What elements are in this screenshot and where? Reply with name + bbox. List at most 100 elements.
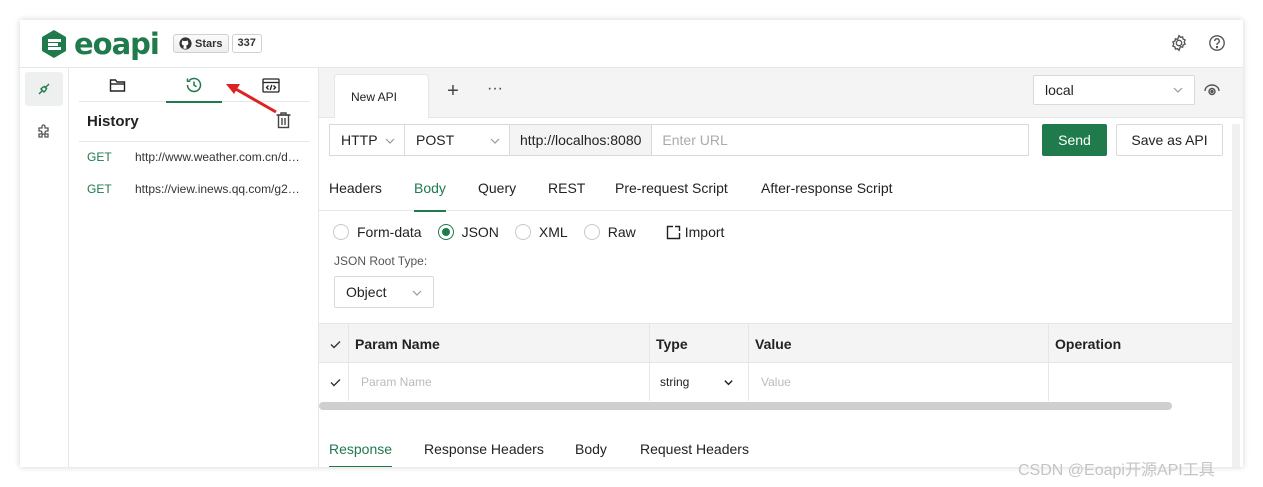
- document-tab-bar: New API + ··· local: [319, 68, 1243, 118]
- chevron-down-icon: [490, 138, 500, 144]
- chevron-down-icon: [412, 290, 422, 296]
- method-value: POST: [416, 132, 455, 148]
- param-name-input[interactable]: Param Name: [348, 363, 649, 401]
- annotation-arrow-icon: [226, 84, 277, 114]
- environment-value: local: [1045, 82, 1074, 98]
- logo-icon: [42, 30, 66, 58]
- history-item[interactable]: GET http://www.weather.com.cn/data/sk/10…: [87, 148, 303, 166]
- import-icon: [666, 225, 680, 239]
- method-select[interactable]: POST: [405, 124, 510, 156]
- tab-response-body[interactable]: Body: [575, 431, 607, 467]
- table-header: Param Name Type Value Operation: [319, 324, 1233, 363]
- tab-response[interactable]: Response: [329, 431, 393, 467]
- environment-select[interactable]: local: [1033, 75, 1195, 105]
- radio-circle[interactable]: [437, 224, 454, 240]
- select-all-checkbox[interactable]: [327, 336, 343, 352]
- github-icon: [179, 37, 192, 50]
- column-param-name: Param Name: [348, 324, 649, 363]
- tab-request-headers[interactable]: Request Headers: [640, 431, 749, 467]
- chevron-down-icon: [1173, 87, 1183, 93]
- left-rail: [20, 68, 69, 467]
- column-value: Value: [748, 324, 1048, 363]
- radio-xml[interactable]: XML: [514, 224, 568, 240]
- top-bar: eoapi Stars 337: [20, 20, 1243, 68]
- protocol-value: HTTP: [341, 132, 378, 148]
- tab-pre-request-script[interactable]: Pre-request Script: [615, 164, 728, 211]
- check-icon: [330, 378, 340, 386]
- tab-response-headers[interactable]: Response Headers: [424, 431, 544, 467]
- tab-new-api[interactable]: New API: [334, 74, 429, 118]
- save-as-api-button[interactable]: Save as API: [1116, 124, 1223, 156]
- tab-headers[interactable]: Headers: [329, 164, 382, 211]
- request-tabs: Headers Body Query REST Pre-request Scri…: [319, 164, 1233, 212]
- folder-icon: [109, 78, 126, 92]
- radio-circle[interactable]: [583, 224, 600, 240]
- type-select[interactable]: string: [649, 363, 748, 401]
- github-stars-button[interactable]: Stars: [173, 34, 229, 53]
- json-root-type-label: JSON Root Type:: [334, 254, 428, 268]
- gear-icon[interactable]: [1169, 33, 1189, 53]
- history-method: GET: [87, 150, 112, 164]
- column-operation: Operation: [1048, 324, 1233, 363]
- radio-circle[interactable]: [333, 224, 349, 240]
- import-button[interactable]: Import: [666, 224, 725, 240]
- trash-icon[interactable]: [275, 111, 292, 134]
- root-type-value: Object: [346, 284, 387, 300]
- help-icon[interactable]: [1207, 33, 1227, 53]
- stars-count[interactable]: 337: [231, 34, 262, 53]
- column-type: Type: [649, 324, 748, 363]
- history-item[interactable]: GET https://view.inews.qq.com/g2/getOnsI…: [87, 180, 303, 198]
- radio-label: Raw: [607, 224, 636, 240]
- tab-after-response-script[interactable]: After-response Script: [761, 164, 893, 211]
- main-area: New API + ··· local HTTP POST http://loc…: [319, 68, 1243, 467]
- history-title: History: [87, 113, 139, 130]
- tab-api-list[interactable]: [79, 68, 156, 102]
- radio-form-data[interactable]: Form-data: [333, 224, 422, 240]
- github-stars[interactable]: Stars 337: [173, 34, 262, 53]
- request-url-bar: HTTP POST http://localhos:8080: [329, 124, 1030, 156]
- check-icon: [330, 340, 340, 348]
- tab-body[interactable]: Body: [414, 164, 446, 212]
- url-input[interactable]: [652, 124, 1030, 156]
- api-icon: [38, 83, 50, 95]
- rail-item-api[interactable]: [25, 72, 63, 106]
- json-root-type-select[interactable]: Object: [334, 276, 434, 308]
- stars-label: Stars: [195, 37, 223, 50]
- send-button[interactable]: Send: [1042, 124, 1107, 156]
- history-panel: History GET http://www.weather.com.cn/da…: [69, 68, 319, 467]
- params-table: Param Name Type Value Operation Param Na…: [319, 323, 1233, 412]
- add-tab-button[interactable]: +: [443, 80, 463, 103]
- chevron-down-icon: [724, 380, 733, 386]
- import-label: Import: [684, 224, 725, 240]
- radio-circle[interactable]: [514, 224, 531, 240]
- history-method: GET: [87, 182, 112, 196]
- row-checkbox[interactable]: [327, 374, 343, 390]
- radio-json[interactable]: JSON: [437, 224, 499, 240]
- logo-text: eoapi: [74, 27, 160, 61]
- protocol-select[interactable]: HTTP: [329, 124, 405, 156]
- history-icon: [186, 77, 202, 93]
- logo[interactable]: eoapi: [38, 27, 160, 61]
- tab-rest[interactable]: REST: [548, 164, 585, 211]
- radio-label: Form-data: [357, 224, 422, 240]
- value-input[interactable]: Value: [748, 363, 1048, 401]
- top-icons: [1169, 33, 1227, 53]
- table-row: Param Name string Value: [319, 363, 1233, 401]
- eye-icon[interactable]: [1204, 82, 1220, 103]
- radio-label: JSON: [461, 224, 499, 240]
- more-tabs-button[interactable]: ···: [487, 80, 503, 98]
- operation-cell: [1048, 363, 1233, 401]
- history-url: https://view.inews.qq.com/g2/getOnsInfo?…: [135, 182, 303, 196]
- plugin-icon: [38, 124, 49, 138]
- radio-raw[interactable]: Raw: [583, 224, 636, 240]
- app-window: eoapi Stars 337 History GET http://www.w…: [20, 20, 1243, 467]
- tab-query[interactable]: Query: [478, 164, 516, 211]
- rail-item-plugins[interactable]: [25, 114, 63, 148]
- history-url: http://www.weather.com.cn/data/sk/101010…: [135, 150, 303, 164]
- type-value: string: [660, 375, 690, 389]
- vertical-scrollbar[interactable]: [1232, 124, 1240, 467]
- url-prefix: http://localhos:8080: [510, 124, 653, 156]
- history-divider: [79, 141, 309, 142]
- horizontal-scrollbar[interactable]: [319, 402, 1172, 410]
- radio-label: XML: [538, 224, 568, 240]
